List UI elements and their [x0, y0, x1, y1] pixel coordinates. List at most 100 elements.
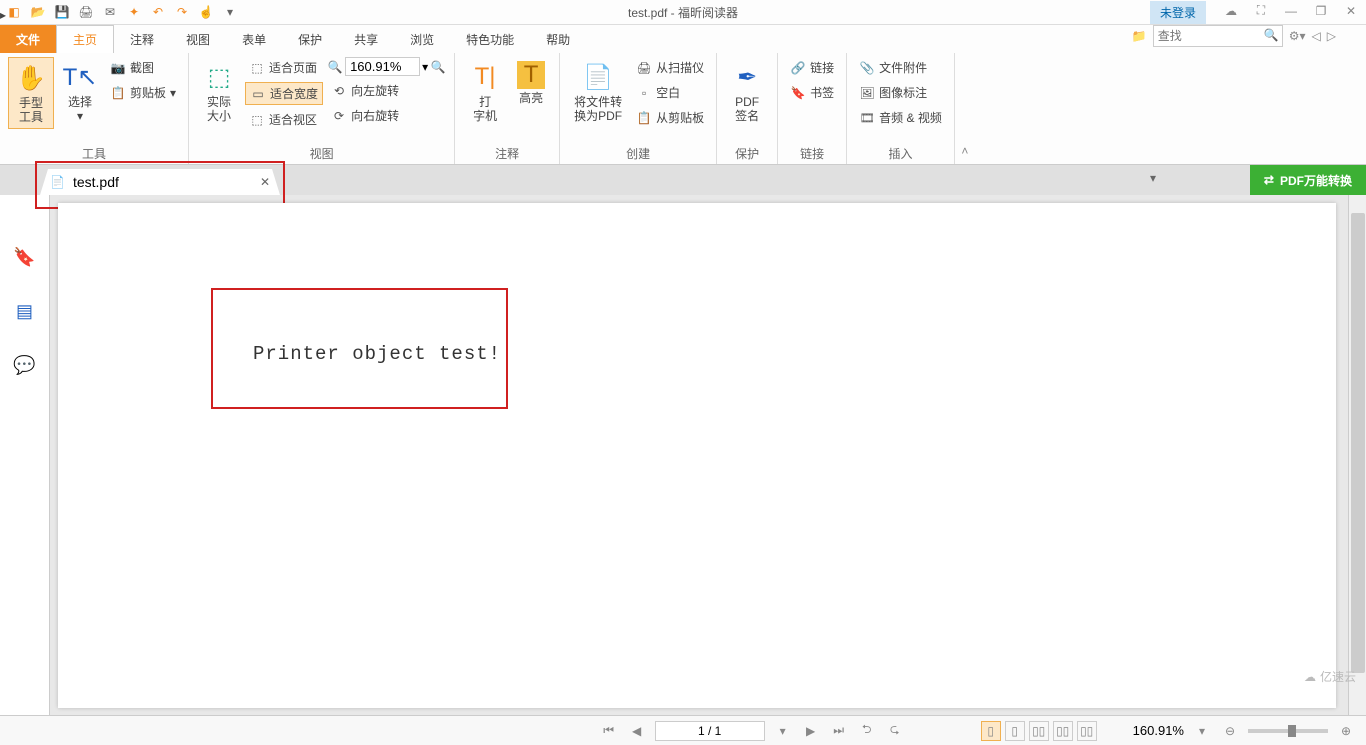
hand-tool-icon: ✋	[15, 62, 47, 94]
next-page-icon[interactable]: ▶	[801, 721, 821, 741]
fullscreen-icon[interactable]: ⛶	[1246, 1, 1276, 21]
open-icon[interactable]: 📂	[30, 4, 46, 20]
audio-video-button[interactable]: 🎞音频 & 视频	[855, 107, 946, 128]
hand-tool-button[interactable]: ✋ 手型 工具	[8, 57, 54, 129]
close-icon[interactable]: ✕	[1336, 1, 1366, 21]
tab-protect[interactable]: 保护	[282, 25, 338, 53]
page-number-input[interactable]	[655, 721, 765, 741]
redo-icon[interactable]: ↷	[174, 4, 190, 20]
rotate-left-button[interactable]: ⟲向左旋转	[327, 80, 446, 101]
highlight-icon: T	[517, 61, 545, 89]
maximize-icon[interactable]: ❐	[1306, 1, 1336, 21]
link-button[interactable]: 🔗链接	[786, 57, 838, 78]
zoom-slider-thumb[interactable]	[1288, 725, 1296, 737]
file-attachment-button[interactable]: 📎文件附件	[855, 57, 946, 78]
tab-home[interactable]: 主页	[56, 25, 114, 53]
zoom-in-icon[interactable]: 🔍	[430, 59, 446, 75]
tab-file[interactable]: 文件	[0, 25, 56, 53]
tab-comment[interactable]: 注释	[114, 25, 170, 53]
pdf-sign-button[interactable]: ✒ PDF 签名	[725, 57, 769, 127]
single-page-icon[interactable]: ▯	[981, 721, 1001, 741]
hand-icon[interactable]: ☝	[198, 4, 214, 20]
title-bar: ◧ 📂 💾 🖨 ✉ ✦ ↶ ↷ ☝ ▾ test.pdf - 福昕阅读器 未登录…	[0, 0, 1366, 25]
zoom-slider[interactable]	[1248, 729, 1328, 733]
clipboard-button[interactable]: 📋剪贴板 ▾	[106, 82, 180, 103]
zoom-out-status-icon[interactable]: ⊖	[1220, 721, 1240, 741]
gear-icon[interactable]: ⚙▾	[1289, 29, 1306, 43]
fit-page-button[interactable]: ⬚适合页面	[245, 57, 323, 78]
facing-icon[interactable]: ▯▯	[1029, 721, 1049, 741]
zoom-combo[interactable]	[345, 57, 420, 76]
continuous-icon[interactable]: ▯	[1005, 721, 1025, 741]
film-icon: 🎞	[859, 110, 875, 126]
pdf-convert-banner[interactable]: ⇄ PDF万能转换	[1250, 165, 1366, 195]
tab-list-dropdown-icon[interactable]: ▾	[1150, 171, 1156, 185]
bookmark-button[interactable]: 🔖书签	[786, 82, 838, 103]
bookmarks-panel-icon[interactable]: 🔖	[13, 245, 37, 269]
actual-size-button[interactable]: ⬚ 实际 大小	[197, 57, 241, 127]
separate-cover-icon[interactable]: ▯▯	[1077, 721, 1097, 741]
tab-form[interactable]: 表单	[226, 25, 282, 53]
page-dropdown-icon[interactable]: ▾	[773, 721, 793, 741]
folder-search-icon[interactable]: 📁	[1132, 29, 1147, 43]
blank-icon: ▫	[636, 85, 652, 101]
ribbon-tabs: 文件 主页 注释 视图 表单 保护 共享 浏览 特色功能 帮助 📁 🔍 ⚙▾ ◁…	[0, 25, 1366, 53]
actual-size-icon: ⬚	[203, 61, 235, 93]
continuous-facing-icon[interactable]: ▯▯	[1053, 721, 1073, 741]
prev-page-icon[interactable]: ◀	[627, 721, 647, 741]
fit-width-button[interactable]: ▭适合宽度	[245, 82, 323, 105]
ribbon-collapse-button[interactable]: ˄	[955, 53, 975, 164]
qat-dropdown-icon[interactable]: ▾	[222, 4, 238, 20]
forward-view-icon[interactable]: ⮎	[885, 721, 905, 741]
rotate-left-icon: ⟲	[331, 83, 347, 99]
sidebar-expand-icon[interactable]: ▸	[0, 8, 6, 22]
select-tool-button[interactable]: T↖ 选择▾	[58, 57, 102, 127]
zoom-dropdown-icon[interactable]: ▾	[1192, 721, 1212, 741]
email-icon[interactable]: ✉	[102, 4, 118, 20]
rotate-right-button[interactable]: ⟳向右旋转	[327, 105, 446, 126]
blank-button[interactable]: ▫空白	[632, 82, 708, 103]
tab-view[interactable]: 视图	[170, 25, 226, 53]
highlight-button[interactable]: T 高亮	[511, 57, 551, 109]
image-annotation-button[interactable]: 🖼图像标注	[855, 82, 946, 103]
typewriter-button[interactable]: T| 打 字机	[463, 57, 507, 127]
fit-visible-button[interactable]: ⬚适合视区	[245, 109, 323, 130]
document-tab[interactable]: 📄 test.pdf ✕	[40, 169, 280, 195]
from-scanner-button[interactable]: 🖨从扫描仪	[632, 57, 708, 78]
tab-feature[interactable]: 特色功能	[450, 25, 530, 53]
convert-pdf-button[interactable]: 📄 将文件转 换为PDF	[568, 57, 628, 127]
back-view-icon[interactable]: ⮌	[857, 721, 877, 741]
next-find-icon[interactable]: ▷	[1327, 29, 1336, 43]
cloud-icon[interactable]: ☁	[1216, 1, 1246, 21]
page-viewport[interactable]: Printer object test!	[50, 195, 1348, 715]
login-button[interactable]: 未登录	[1150, 1, 1206, 24]
ribbon-group-link: 🔗链接 🔖书签 链接	[778, 53, 847, 164]
convert-banner-icon: ⇄	[1264, 173, 1274, 187]
screenshot-button[interactable]: 📷截图	[106, 57, 180, 78]
tab-close-icon[interactable]: ✕	[260, 175, 270, 189]
print-icon[interactable]: 🖨	[78, 4, 94, 20]
pages-panel-icon[interactable]: ▤	[13, 299, 37, 323]
scrollbar-thumb[interactable]	[1351, 213, 1365, 673]
tab-browse[interactable]: 浏览	[394, 25, 450, 53]
fit-width-icon: ▭	[250, 86, 266, 102]
from-clipboard-button[interactable]: 📋从剪贴板	[632, 107, 708, 128]
search-icon[interactable]: 🔍	[1264, 28, 1279, 42]
attachment-icon: 📎	[859, 60, 875, 76]
undo-icon[interactable]: ↶	[150, 4, 166, 20]
first-page-icon[interactable]: ⏮	[599, 721, 619, 741]
prev-find-icon[interactable]: ◁	[1312, 29, 1321, 43]
tab-help[interactable]: 帮助	[530, 25, 586, 53]
minimize-icon[interactable]: —	[1276, 1, 1306, 21]
save-icon[interactable]: 💾	[54, 4, 70, 20]
zoom-out-icon[interactable]: 🔍	[327, 59, 343, 75]
tab-share[interactable]: 共享	[338, 25, 394, 53]
last-page-icon[interactable]: ⏭	[829, 721, 849, 741]
vertical-scrollbar[interactable]	[1348, 195, 1366, 715]
new-icon[interactable]: ✦	[126, 4, 142, 20]
pdf-file-icon: 📄	[50, 175, 65, 189]
comments-panel-icon[interactable]: 💬	[13, 353, 37, 377]
fit-page-icon: ⬚	[249, 60, 265, 76]
rotate-right-icon: ⟳	[331, 108, 347, 124]
zoom-in-status-icon[interactable]: ⊕	[1336, 721, 1356, 741]
